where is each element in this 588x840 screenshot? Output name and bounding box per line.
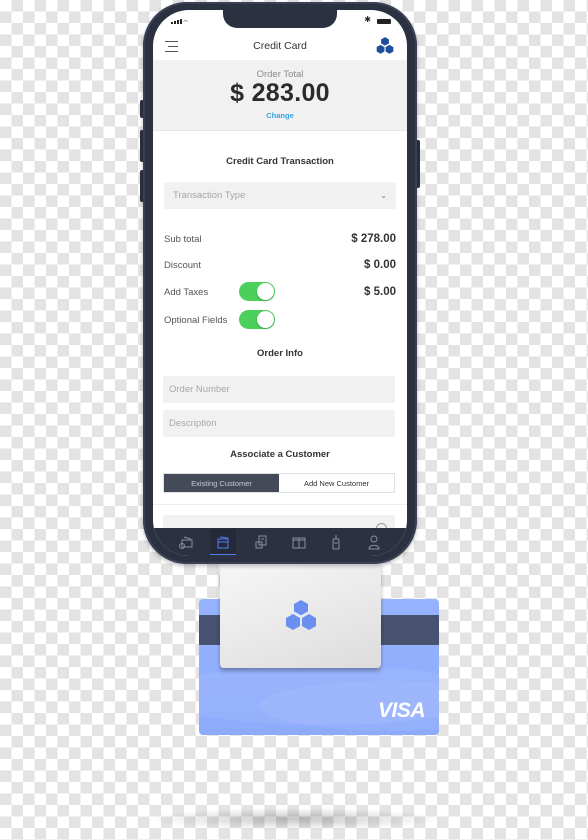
card-terminal-icon bbox=[217, 536, 229, 549]
floor-shadow bbox=[150, 808, 440, 830]
credit-card-transaction-heading: Credit Card Transaction bbox=[226, 156, 334, 167]
phone-screen: ⌢ ✱ Credit Card Order Total $ 283.00 Cha… bbox=[153, 10, 407, 556]
cubes-logo-icon[interactable] bbox=[375, 36, 395, 56]
tab-register[interactable] bbox=[173, 529, 199, 555]
phone-frame: ⌢ ✱ Credit Card Order Total $ 283.00 Cha… bbox=[143, 2, 417, 564]
battery-icon bbox=[377, 19, 391, 24]
tab-receipts[interactable] bbox=[248, 529, 274, 555]
cellular-signal-icon bbox=[171, 19, 182, 24]
cubes-logo-icon bbox=[286, 600, 316, 630]
add-taxes-label: Add Taxes bbox=[164, 286, 209, 298]
gift-box-icon bbox=[292, 537, 306, 549]
optional-fields-row: Optional Fields bbox=[164, 310, 396, 329]
discount-row: Discount $ 0.00 bbox=[164, 256, 396, 274]
hamburger-menu-icon[interactable] bbox=[165, 38, 181, 54]
order-total-panel: Order Total $ 283.00 Change bbox=[153, 60, 407, 131]
customer-segmented-control: Existing Customer Add New Customer bbox=[163, 473, 395, 493]
change-link[interactable]: Change bbox=[153, 111, 407, 120]
optional-fields-toggle[interactable] bbox=[239, 310, 275, 329]
tab-products[interactable] bbox=[286, 529, 312, 555]
description-input[interactable] bbox=[163, 410, 395, 437]
tab-credit-card[interactable] bbox=[210, 529, 237, 555]
app-header: Credit Card bbox=[153, 32, 407, 60]
tab-inventory[interactable] bbox=[323, 529, 349, 555]
transaction-type-select[interactable]: Transaction Type ⌄ bbox=[164, 182, 396, 209]
subtotal-label: Sub total bbox=[164, 233, 202, 245]
add-taxes-toggle[interactable] bbox=[239, 282, 275, 301]
tab-customers[interactable] bbox=[361, 529, 387, 555]
wifi-icon: ⌢ bbox=[183, 16, 189, 25]
existing-customer-tab[interactable]: Existing Customer bbox=[164, 474, 279, 492]
tag-icon bbox=[332, 535, 340, 550]
order-number-input[interactable] bbox=[163, 376, 395, 403]
toggle-knob bbox=[257, 283, 274, 300]
add-new-customer-tab[interactable]: Add New Customer bbox=[279, 474, 394, 492]
discount-label: Discount bbox=[164, 259, 201, 271]
receipt-icon bbox=[255, 535, 267, 549]
page-title: Credit Card bbox=[253, 40, 307, 52]
add-taxes-row: Add Taxes $ 5.00 bbox=[164, 282, 396, 301]
register-icon bbox=[178, 536, 193, 549]
subtotal-value: $ 278.00 bbox=[351, 233, 396, 245]
bottom-tab-bar bbox=[153, 528, 407, 556]
divider bbox=[153, 504, 407, 505]
card-reader-device bbox=[220, 560, 381, 668]
discount-value: $ 0.00 bbox=[364, 259, 396, 271]
transaction-type-placeholder: Transaction Type bbox=[173, 190, 246, 201]
associate-customer-heading: Associate a Customer bbox=[230, 449, 330, 460]
visa-logo: VISA bbox=[377, 699, 426, 722]
order-info-heading: Order Info bbox=[257, 348, 303, 359]
bluetooth-icon: ✱ bbox=[364, 15, 371, 24]
optional-fields-label: Optional Fields bbox=[164, 314, 228, 326]
toggle-knob bbox=[257, 311, 274, 328]
taxes-value: $ 5.00 bbox=[364, 286, 396, 298]
order-total-amount: $ 283.00 bbox=[230, 79, 330, 107]
subtotal-row: Sub total $ 278.00 bbox=[164, 230, 396, 248]
user-icon bbox=[368, 535, 380, 550]
chevron-down-icon: ⌄ bbox=[380, 191, 387, 200]
phone-notch bbox=[223, 10, 337, 28]
